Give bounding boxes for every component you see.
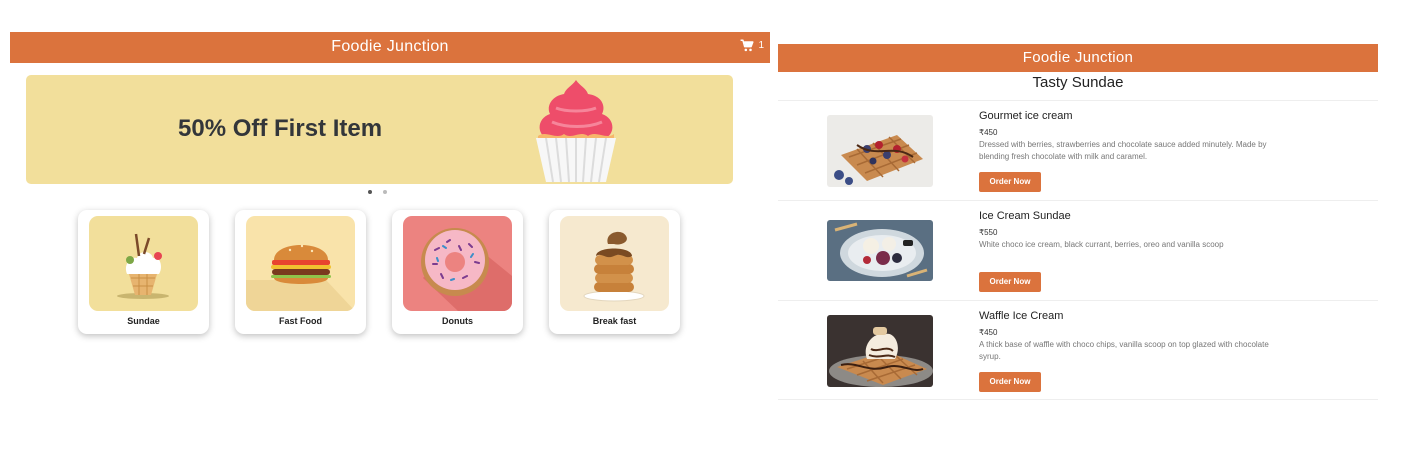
category-image (560, 216, 669, 311)
app-header: Foodie Junction (778, 44, 1378, 72)
cart-icon (741, 39, 754, 52)
item-name: Gourmet ice cream (979, 110, 1073, 122)
order-now-button[interactable]: Order Now (979, 172, 1041, 192)
category-image (246, 216, 355, 311)
item-description: White choco ice cream, black currant, be… (979, 240, 1224, 249)
item-description: A thick base of waffle with choco chips,… (979, 340, 1269, 361)
burger-icon (246, 216, 355, 311)
menu-item: Gourmet ice cream ₹450 Dressed with berr… (778, 100, 1378, 200)
item-price: ₹550 (979, 228, 998, 237)
item-name: Waffle Ice Cream (979, 310, 1064, 322)
section-title: Tasty Sundae (1032, 74, 1124, 91)
item-image (827, 315, 933, 387)
category-label: Donuts (442, 316, 473, 326)
app-title: Foodie Junction (1022, 49, 1134, 66)
item-image (827, 115, 933, 187)
promo-banner[interactable]: 50% Off First Item (26, 75, 733, 184)
item-price: ₹450 (979, 128, 998, 137)
order-now-button[interactable]: Order Now (979, 372, 1041, 392)
category-image (403, 216, 512, 311)
carousel-dots (368, 190, 387, 194)
home-screen: Foodie Junction 1 50% Off First Item Sun… (10, 32, 770, 432)
item-name: Ice Cream Sundae (979, 210, 1071, 222)
app-header: Foodie Junction 1 (10, 32, 770, 63)
pancakes-icon (560, 216, 669, 311)
menu-item: Ice Cream Sundae ₹550 White choco ice cr… (778, 200, 1378, 300)
item-price: ₹450 (979, 328, 998, 337)
category-card-sundae[interactable]: Sundae (78, 210, 209, 334)
category-card-donuts[interactable]: Donuts (392, 210, 523, 334)
menu-screen: Foodie Junction Tasty Sundae Gourmet ice… (778, 44, 1378, 404)
cart-count: 1 (758, 40, 764, 51)
cupcake-icon (536, 80, 616, 183)
promo-headline: 50% Off First Item (178, 115, 383, 142)
waffle-berries-photo (827, 115, 933, 187)
sundae-icon (89, 216, 198, 311)
category-card-fast-food[interactable]: Fast Food (235, 210, 366, 334)
order-now-button[interactable]: Order Now (979, 272, 1041, 292)
category-image (89, 216, 198, 311)
item-description: Dressed with berries, strawberries and c… (979, 140, 1267, 161)
category-label: Sundae (127, 316, 160, 326)
menu-item: Waffle Ice Cream ₹450 A thick base of wa… (778, 300, 1378, 400)
waffle-ice-cream-photo (827, 315, 933, 387)
carousel-dot[interactable] (383, 190, 387, 194)
ice-cream-sundae-photo (827, 220, 933, 281)
app-title: Foodie Junction (331, 38, 449, 55)
carousel-dot[interactable] (368, 190, 372, 194)
category-label: Break fast (592, 316, 637, 326)
category-card-breakfast[interactable]: Break fast (549, 210, 680, 334)
donut-icon (403, 216, 512, 311)
cart-button[interactable]: 1 (740, 39, 764, 52)
category-label: Fast Food (279, 316, 322, 326)
item-image (827, 220, 933, 281)
